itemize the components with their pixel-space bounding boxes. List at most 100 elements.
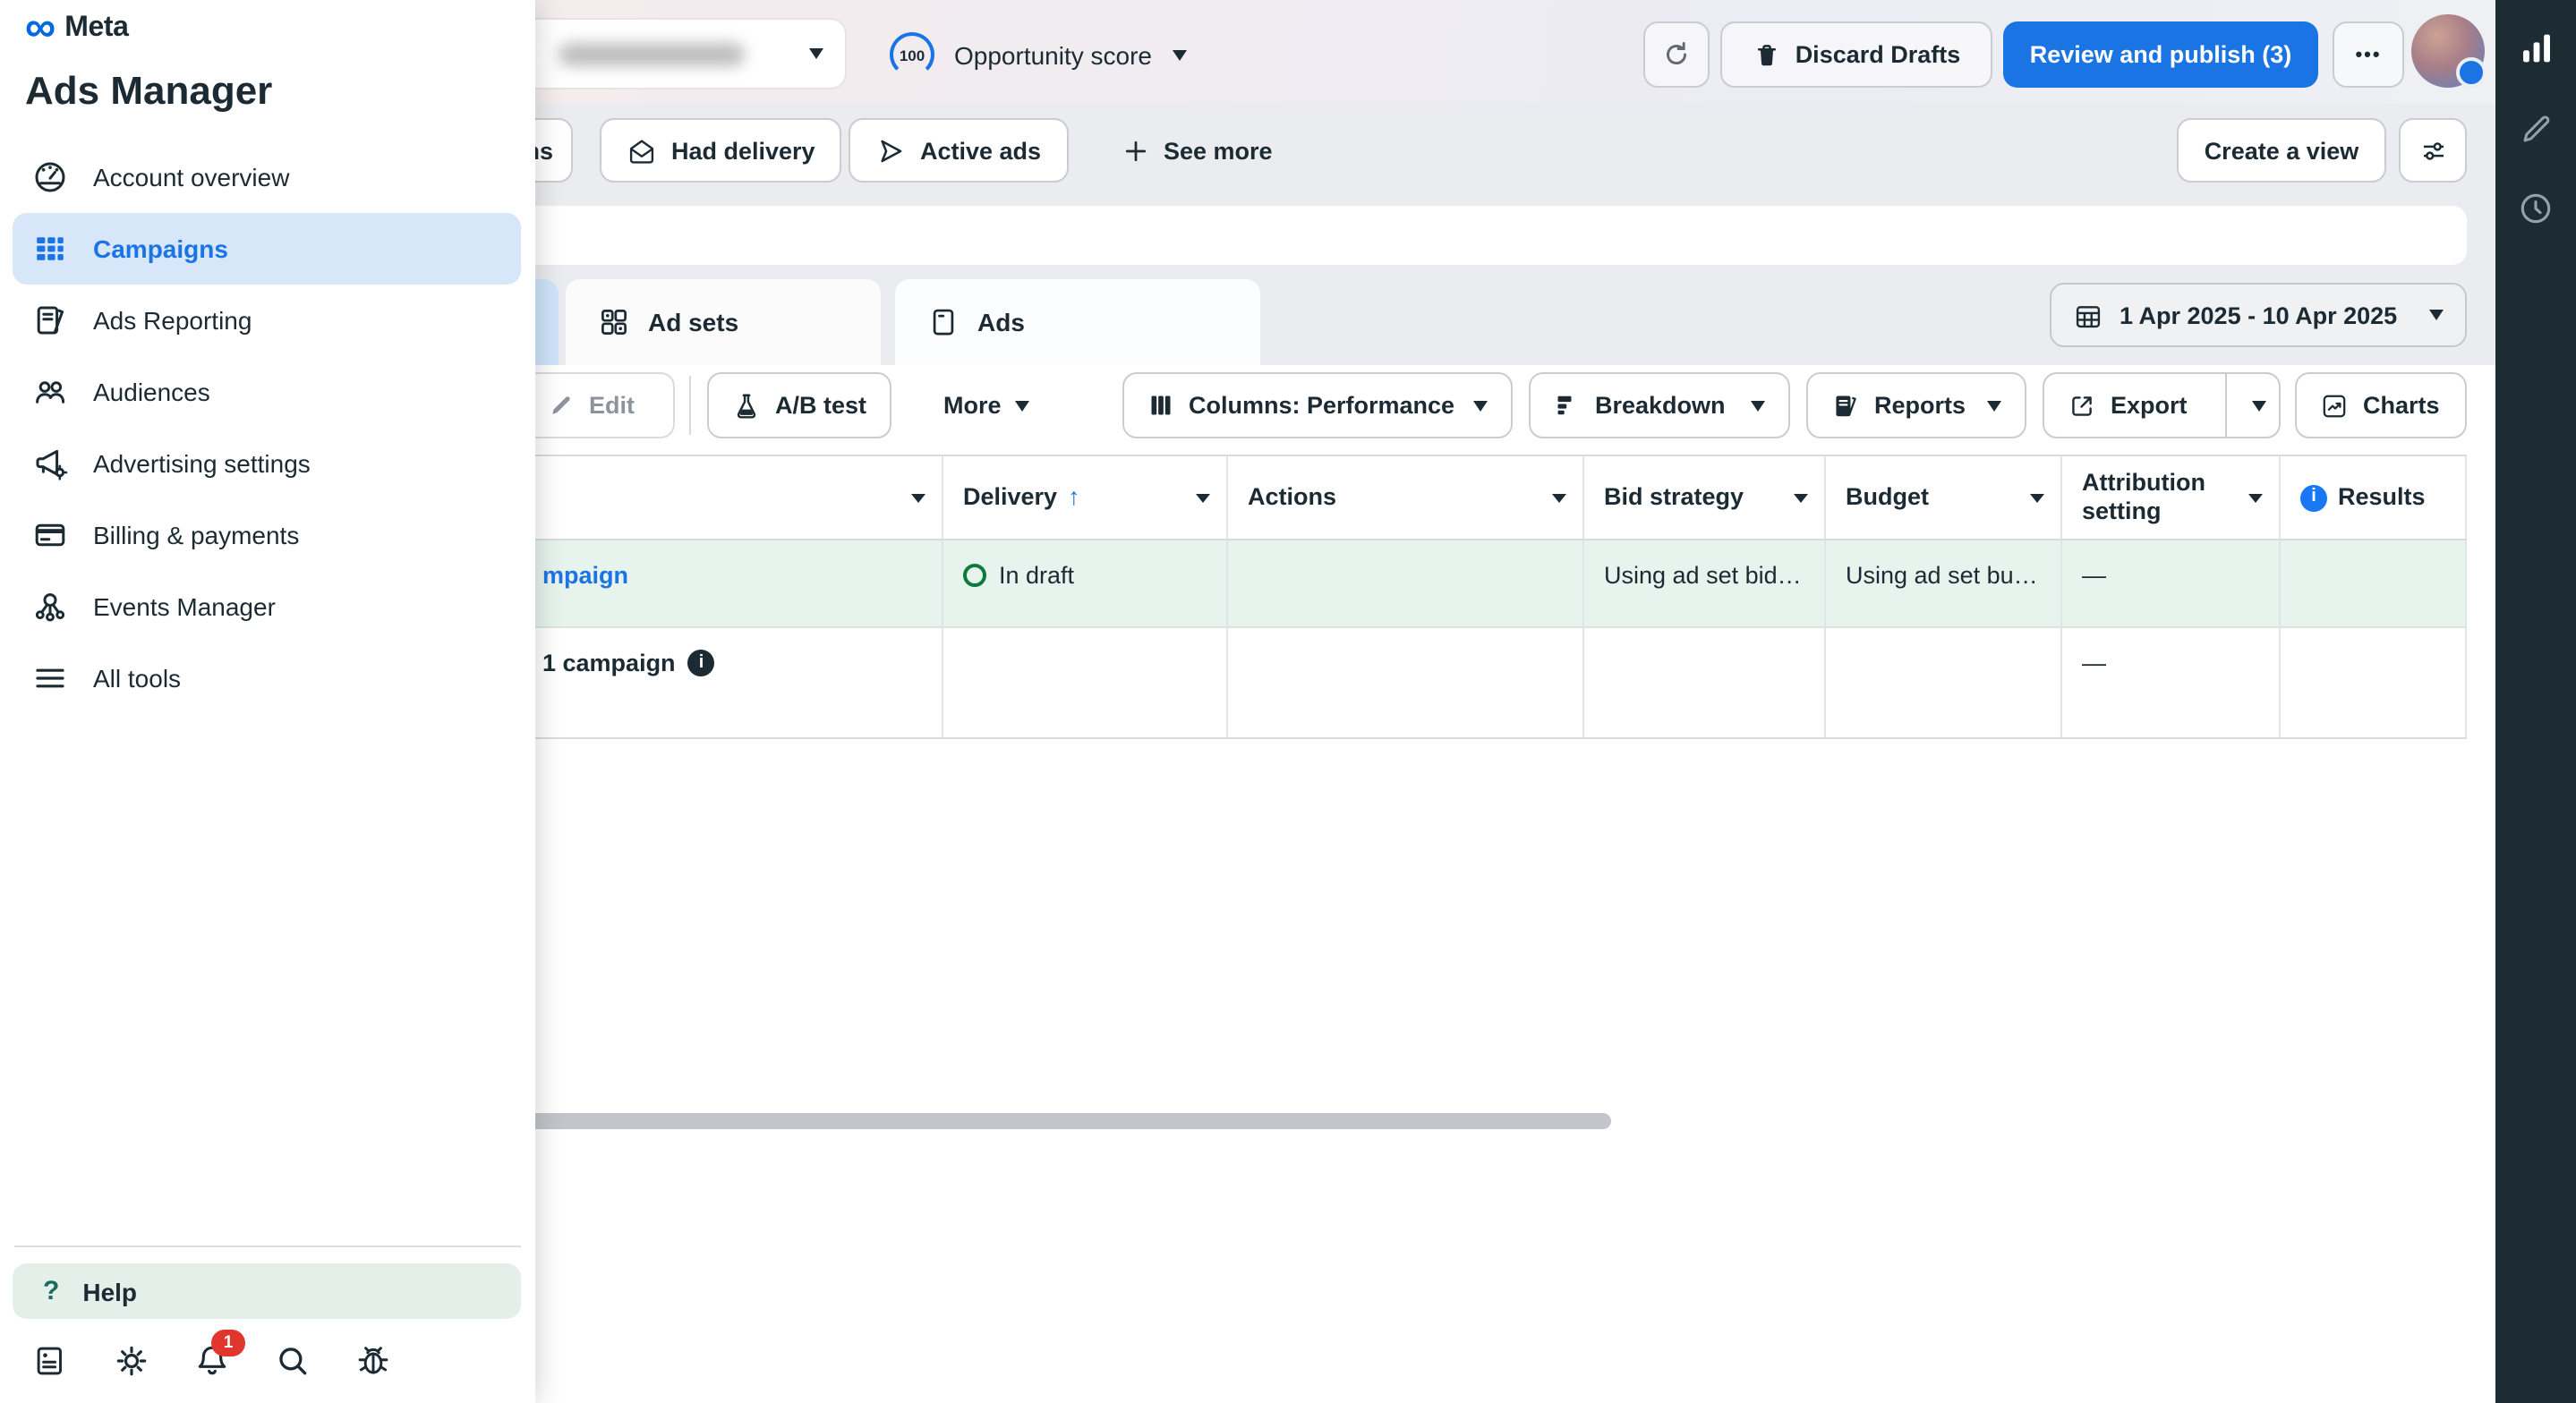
history-clock-icon[interactable] [2517, 190, 2555, 227]
header-actions[interactable]: Actions [1228, 456, 1584, 539]
chevron-down-icon [1016, 400, 1030, 411]
discard-drafts-button[interactable]: Discard Drafts [1720, 21, 1992, 88]
header-delivery[interactable]: Delivery ↑ [943, 456, 1228, 539]
results-cell [2281, 540, 2467, 626]
gear-icon[interactable] [113, 1342, 150, 1380]
breakdown-icon [1554, 392, 1581, 419]
people-icon [32, 374, 68, 410]
export-icon [2068, 391, 2096, 420]
chevron-down-icon [1794, 494, 1808, 503]
chevron-down-icon [2429, 310, 2444, 320]
chevron-down-icon [1172, 49, 1186, 60]
tab-ad-sets[interactable]: Ad sets [566, 279, 881, 365]
table-header-row: Delivery ↑ Actions Bid strategy Budget [523, 455, 2467, 540]
header-bid-strategy[interactable]: Bid strategy [1584, 456, 1826, 539]
sidebar-item-all-tools[interactable]: All tools [13, 642, 521, 714]
ab-test-button[interactable]: A/B test [707, 372, 891, 438]
refresh-icon [1661, 39, 1692, 70]
see-more-button[interactable]: See more [1097, 118, 1298, 183]
sidebar-item-advertising-settings[interactable]: Advertising settings [13, 428, 521, 499]
sidebar-item-campaigns[interactable]: Campaigns [13, 213, 521, 285]
review-publish-button[interactable]: Review and publish (3) [2003, 21, 2318, 88]
sidebar-nav: Account overview Campaigns Ads Reporting [13, 141, 521, 714]
export-dropdown-button[interactable] [2241, 374, 2279, 437]
draft-ring-icon [963, 564, 986, 587]
actions-cell [1228, 540, 1584, 626]
campaign-name-link[interactable]: mpaign [542, 562, 628, 589]
reports-button[interactable]: Reports [1806, 372, 2026, 438]
chevron-down-icon [1473, 400, 1488, 411]
edit-button[interactable]: Edit [523, 372, 675, 438]
paper-plane-icon [875, 135, 906, 166]
toolbar-divider [689, 376, 691, 435]
opportunity-score[interactable]: 100 Opportunity score [890, 32, 1186, 77]
breakdown-button[interactable]: Breakdown [1529, 372, 1790, 438]
tab-ads[interactable]: Ads [895, 279, 1260, 365]
charts-button[interactable]: Charts [2295, 372, 2467, 438]
report-pages-icon [32, 302, 68, 338]
summary-count: 1 campaign [542, 650, 676, 676]
columns-icon [1147, 392, 1174, 419]
chevron-down-icon [2253, 400, 2267, 411]
header-attribution-setting[interactable]: Attribution setting [2062, 456, 2281, 539]
export-divider [2225, 374, 2227, 437]
flask-icon [732, 391, 761, 420]
filter-chip-had-delivery[interactable]: Had delivery [600, 118, 842, 183]
chevron-down-icon [1751, 400, 1765, 411]
view-settings-button[interactable] [2399, 118, 2467, 183]
more-options-button[interactable]: ••• [2333, 21, 2404, 88]
sidebar-item-ads-reporting[interactable]: Ads Reporting [13, 285, 521, 356]
charts-icon [2320, 391, 2349, 420]
right-rail [2495, 0, 2576, 1403]
columns-button[interactable]: Columns: Performance [1122, 372, 1513, 438]
budget-cell: Using ad set bu… [1826, 540, 2062, 626]
refresh-button[interactable] [1643, 21, 1710, 88]
campaigns-table: Delivery ↑ Actions Bid strategy Budget [523, 455, 2467, 739]
chevron-down-icon [2030, 494, 2044, 503]
help-button[interactable]: ? Help [13, 1263, 521, 1319]
sidebar-item-account-overview[interactable]: Account overview [13, 141, 521, 213]
export-button[interactable]: Export [2044, 374, 2211, 437]
campaigns-table-icon [32, 231, 68, 267]
sidebar-bottom-icons: 1 [32, 1342, 392, 1380]
table-row-draft-campaign[interactable]: mpaign In draft Using ad set bid… Using … [523, 540, 2467, 628]
pencil-icon [548, 392, 575, 419]
notifications-button[interactable]: 1 [193, 1342, 231, 1380]
news-icon[interactable] [32, 1342, 70, 1380]
create-view-button[interactable]: Create a view [2177, 118, 2386, 183]
search-icon[interactable] [274, 1342, 311, 1380]
avatar[interactable] [2411, 14, 2485, 88]
question-icon: ? [43, 1276, 59, 1306]
gauge-icon [32, 159, 68, 195]
avatar-status-dot [2456, 57, 2486, 88]
opportunity-score-label: Opportunity score [954, 40, 1152, 69]
account-selector[interactable] [523, 20, 845, 88]
notification-badge: 1 [211, 1330, 245, 1356]
sidebar-item-events-manager[interactable]: Events Manager [13, 571, 521, 642]
edit-pencil-icon[interactable] [2518, 111, 2554, 147]
export-split-button: Export [2043, 372, 2281, 438]
sidebar-item-billing-payments[interactable]: Billing & payments [13, 499, 521, 571]
bid-strategy-cell: Using ad set bid… [1584, 540, 1826, 626]
sidebar-divider [14, 1246, 521, 1247]
filter-chip-active-ads[interactable]: Active ads [849, 118, 1068, 183]
bug-icon[interactable] [354, 1342, 392, 1380]
meta-logo[interactable]: ∞ Meta [25, 7, 129, 50]
meta-infinity-icon: ∞ [25, 7, 55, 50]
header-budget[interactable]: Budget [1826, 456, 2062, 539]
date-range-picker[interactable]: 1 Apr 2025 - 10 Apr 2025 [2050, 283, 2467, 347]
menu-lines-icon [32, 660, 68, 696]
insights-chart-icon[interactable] [2516, 29, 2555, 68]
dots-icon: ••• [2355, 44, 2381, 65]
header-campaign-name[interactable] [523, 456, 943, 539]
ad-sets-icon [598, 306, 630, 338]
sliders-icon [2418, 135, 2448, 166]
search-filter-input[interactable] [523, 206, 2467, 265]
horizontal-scrollbar[interactable] [523, 1113, 1611, 1129]
discard-drafts-label: Discard Drafts [1796, 41, 1961, 68]
envelope-open-icon [627, 135, 657, 166]
sidebar-item-audiences[interactable]: Audiences [13, 356, 521, 428]
more-button[interactable]: More [920, 372, 1053, 438]
credit-card-icon [32, 517, 68, 553]
header-results[interactable]: i Results [2281, 456, 2467, 539]
